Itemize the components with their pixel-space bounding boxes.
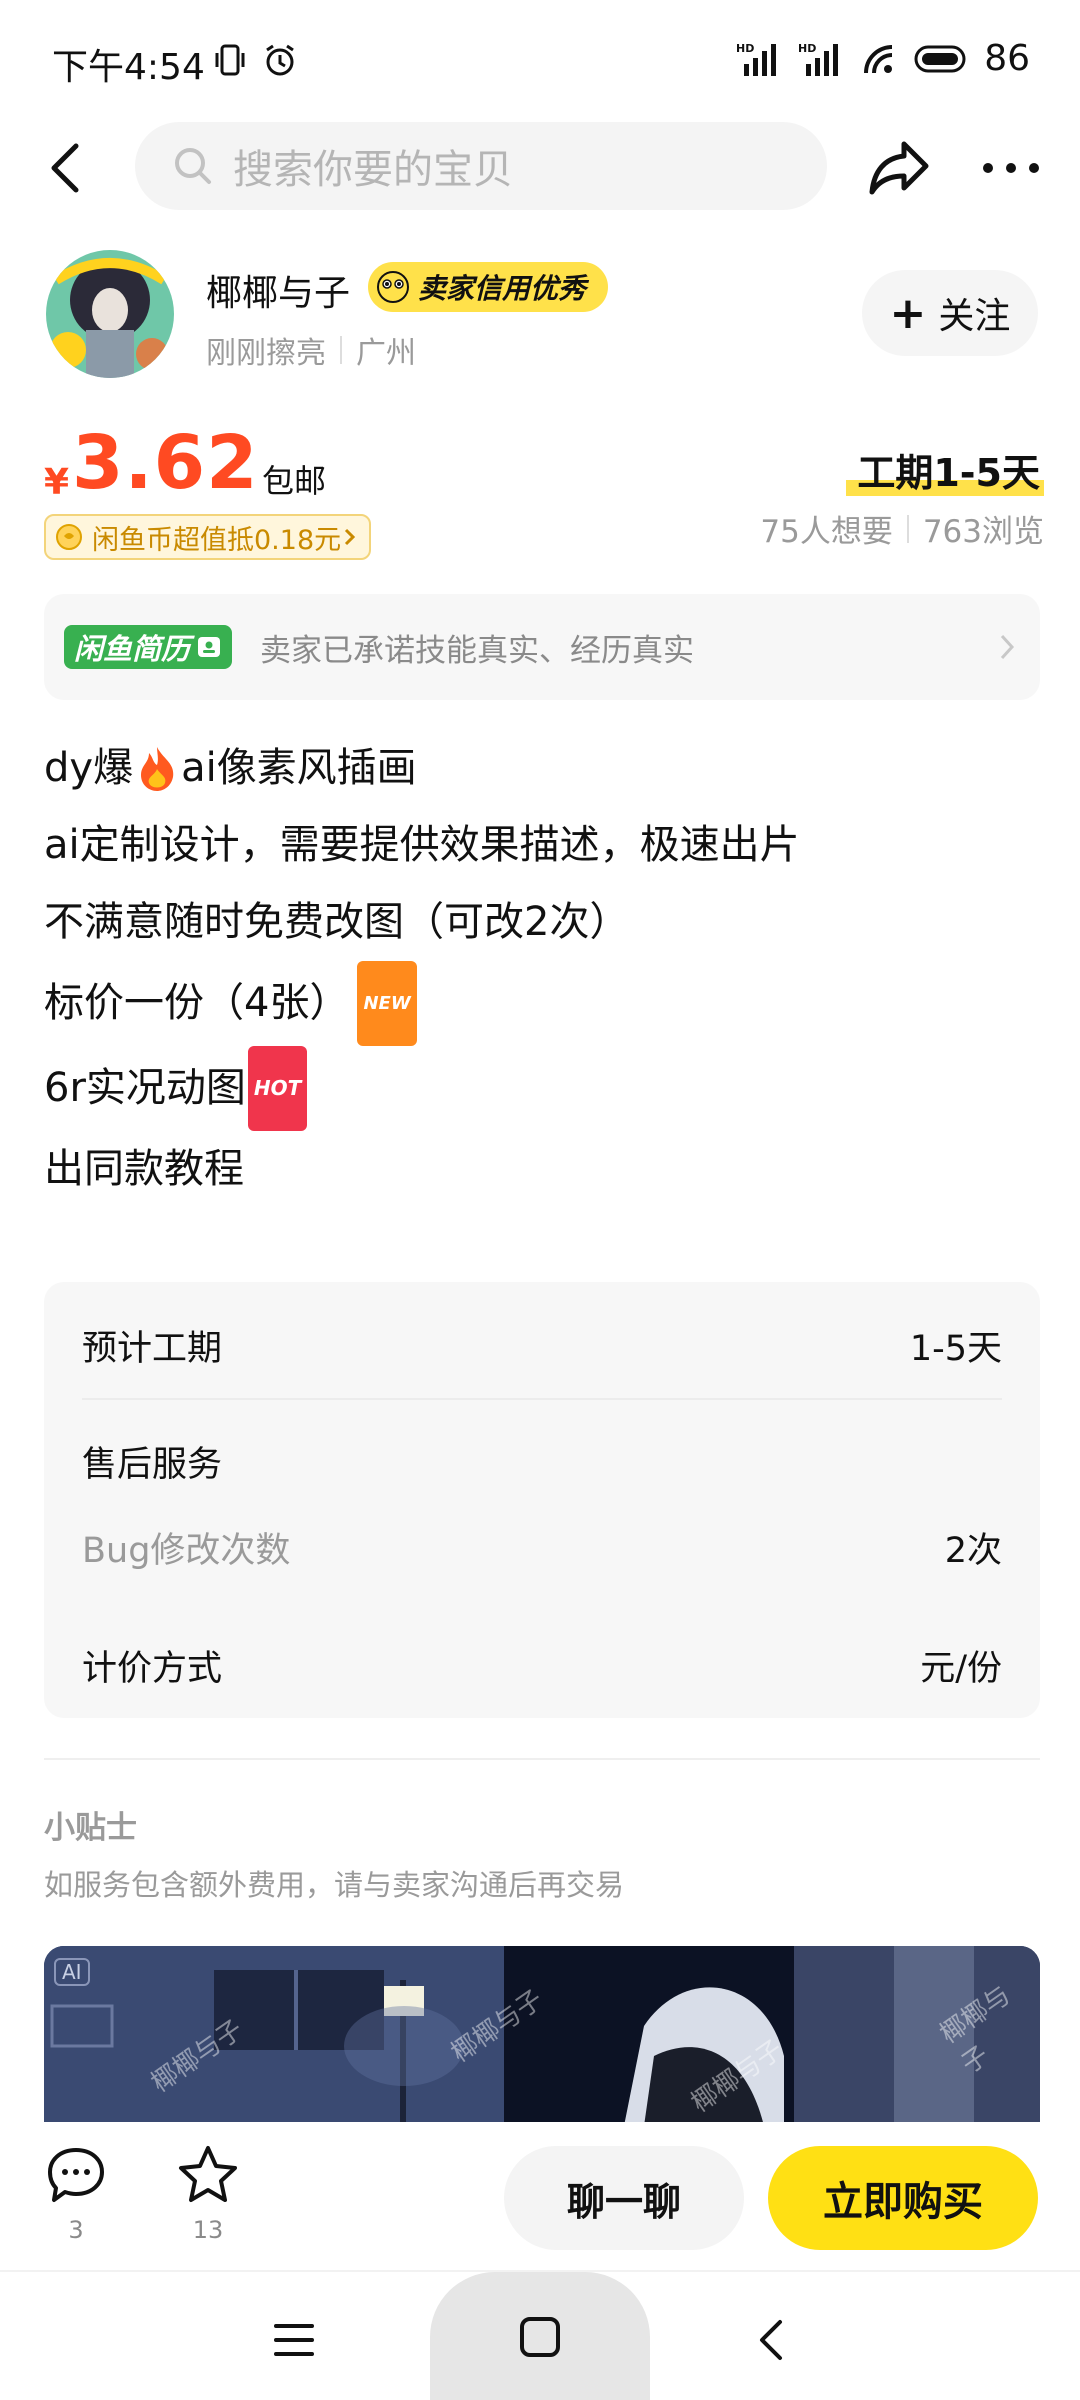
search-placeholder: 搜索你要的宝贝 bbox=[233, 147, 513, 193]
service-row-after-sales: 售后服务 bbox=[82, 1436, 1002, 1487]
plus-icon: + bbox=[889, 287, 927, 339]
bottom-action-bar: 3 13 聊一聊 立即购买 bbox=[0, 2122, 1080, 2270]
svg-text:HD: HD bbox=[798, 42, 816, 55]
wants-count: 75人想要 bbox=[760, 514, 893, 550]
resume-tag-label: 闲鱼简历 bbox=[74, 632, 191, 666]
status-bar: 下午4:54 HD HD 86 bbox=[0, 0, 1080, 120]
battery-icon bbox=[914, 45, 966, 72]
status-time: 下午4:54 bbox=[52, 47, 205, 88]
service-row-period: 预计工期 1-5天 bbox=[82, 1320, 1002, 1371]
shipping-label: 包邮 bbox=[262, 462, 327, 500]
service-label: 计价方式 bbox=[82, 1649, 223, 1689]
service-value: 元/份 bbox=[920, 1649, 1002, 1689]
divider bbox=[44, 1758, 1040, 1760]
system-back-icon[interactable] bbox=[752, 2316, 792, 2364]
more-icon bbox=[983, 163, 1039, 173]
ai-tag: AI bbox=[54, 1958, 90, 1986]
hd-signal-icon: HD bbox=[736, 42, 777, 76]
top-nav: 搜索你要的宝贝 bbox=[0, 118, 1080, 218]
divider bbox=[82, 1398, 1002, 1400]
buy-now-button[interactable]: 立即购买 bbox=[768, 2146, 1038, 2250]
system-navigation-bar bbox=[0, 2270, 1080, 2400]
seller-avatar[interactable] bbox=[46, 250, 174, 378]
service-value: 2次 bbox=[944, 1531, 1002, 1571]
coin-discount-text: 闲鱼币超值抵0.18元 bbox=[92, 524, 342, 556]
description-text: dy爆 bbox=[44, 745, 134, 791]
meta-divider bbox=[340, 336, 342, 364]
work-period: 工期1-5天 bbox=[857, 451, 1040, 495]
hot-badge-icon: HOT bbox=[247, 1046, 308, 1131]
seller-info: 椰椰与子 卖家信用优秀 刚刚擦亮 广州 + 关注 bbox=[0, 250, 1080, 380]
follow-button[interactable]: + 关注 bbox=[862, 270, 1038, 356]
item-description: dy爆 ai像素风插画 ai定制设计，需要提供效果描述，极速出片 不满意随时免费… bbox=[44, 730, 1044, 1208]
share-icon bbox=[869, 141, 929, 195]
fire-icon bbox=[141, 746, 174, 791]
tips-text: 如服务包含额外费用，请与卖家沟通后再交易 bbox=[44, 1868, 625, 1902]
price-amount: 3.62 bbox=[72, 420, 259, 506]
seller-last-active: 刚刚擦亮 bbox=[206, 336, 326, 371]
home-button[interactable] bbox=[430, 2272, 650, 2400]
credit-badge[interactable]: 卖家信用优秀 bbox=[368, 262, 609, 312]
description-text: 6r实况动图 bbox=[44, 1065, 246, 1111]
comment-button[interactable]: 3 bbox=[36, 2144, 116, 2244]
resume-text: 卖家已承诺技能真实、经历真实 bbox=[260, 632, 695, 669]
alarm-icon bbox=[266, 44, 294, 76]
description-line: 不满意随时免费改图（可改2次） bbox=[44, 899, 630, 945]
description-line: 标价一份（4张） NEW bbox=[44, 961, 1044, 1046]
description-line: ai定制设计，需要提供效果描述，极速出片 bbox=[44, 822, 800, 868]
currency-symbol: ¥ bbox=[44, 462, 70, 503]
description-line: dy爆 ai像素风插画 bbox=[44, 730, 1044, 807]
coin-icon bbox=[56, 524, 82, 550]
description-line: 6r实况动图 HOT bbox=[44, 1046, 1044, 1131]
description-line: 出同款教程 bbox=[44, 1146, 244, 1192]
service-row-bug-fixes: Bug修改次数 2次 bbox=[82, 1522, 1002, 1573]
back-button[interactable] bbox=[36, 136, 100, 200]
seller-name[interactable]: 椰椰与子 bbox=[206, 264, 350, 316]
service-label: 预计工期 bbox=[82, 1329, 223, 1369]
credit-badge-label: 卖家信用优秀 bbox=[418, 272, 587, 305]
home-square-icon bbox=[520, 2317, 560, 2357]
new-badge-icon: NEW bbox=[357, 961, 417, 1046]
tips-title: 小贴士 bbox=[44, 1810, 137, 1846]
meta-divider bbox=[906, 514, 909, 543]
favorite-count: 13 bbox=[192, 2216, 224, 2244]
hd-signal-icon: HD bbox=[798, 42, 839, 76]
battery-level: 86 bbox=[984, 38, 1030, 79]
wifi-icon bbox=[864, 44, 893, 73]
coin-discount-chip[interactable]: 闲鱼币超值抵0.18元 bbox=[44, 514, 372, 560]
comment-count: 3 bbox=[68, 2216, 84, 2244]
comment-icon bbox=[48, 2148, 104, 2202]
service-row-pricing: 计价方式 元/份 bbox=[82, 1640, 1002, 1691]
description-text: ai像素风插画 bbox=[181, 745, 417, 791]
service-label: 售后服务 bbox=[82, 1445, 223, 1485]
follow-label: 关注 bbox=[938, 296, 1011, 337]
seller-resume-bar[interactable]: 闲鱼简历 卖家已承诺技能真实、经历真实 bbox=[44, 594, 1040, 700]
resume-tag: 闲鱼简历 bbox=[64, 625, 233, 669]
star-icon bbox=[179, 2146, 237, 2202]
seller-location: 广州 bbox=[356, 336, 416, 371]
favorite-button[interactable]: 13 bbox=[168, 2144, 248, 2244]
svg-text:HD: HD bbox=[736, 42, 754, 55]
vibrate-icon bbox=[215, 44, 245, 76]
menu-icon[interactable] bbox=[272, 2320, 316, 2360]
item-image[interactable]: AI 椰椰与子 椰椰与子 椰椰与子 椰椰与子 bbox=[44, 1946, 1040, 2126]
service-label: Bug修改次数 bbox=[82, 1531, 291, 1571]
views-count: 763浏览 bbox=[922, 514, 1044, 550]
credit-face-icon bbox=[377, 271, 409, 303]
search-icon bbox=[175, 148, 211, 184]
chat-button[interactable]: 聊一聊 bbox=[504, 2146, 744, 2250]
resume-card-icon bbox=[198, 637, 221, 657]
description-text: 标价一份（4张） bbox=[44, 980, 350, 1026]
chevron-right-icon bbox=[1000, 634, 1015, 660]
chevron-right-icon bbox=[345, 528, 356, 546]
service-value: 1-5天 bbox=[909, 1329, 1002, 1369]
back-icon bbox=[51, 143, 79, 193]
more-button[interactable] bbox=[976, 134, 1046, 202]
service-details-card: 预计工期 1-5天 售后服务 Bug修改次数 2次 计价方式 元/份 bbox=[44, 1282, 1040, 1718]
search-bar[interactable]: 搜索你要的宝贝 bbox=[135, 122, 827, 210]
price-section: ¥ 3.62 包邮 闲鱼币超值抵0.18元 工期1-5天 75人想要 763浏览 bbox=[44, 420, 1044, 560]
share-button[interactable] bbox=[866, 134, 934, 202]
